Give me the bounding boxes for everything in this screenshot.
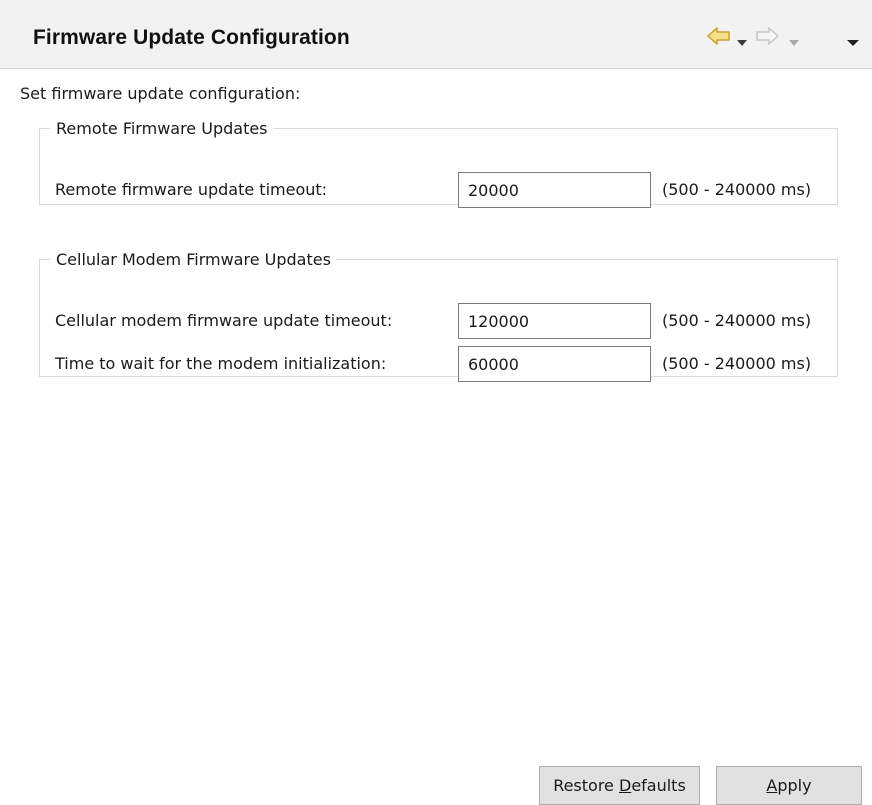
modem-init-wait-range: (500 - 240000 ms) [662, 354, 812, 373]
apply-button[interactable]: Apply [716, 766, 862, 805]
modem-init-wait-input[interactable] [458, 346, 651, 382]
remote-firmware-updates-group: Remote Firmware Updates Remote firmware … [39, 119, 838, 208]
title-bar: Firmware Update Configuration [0, 0, 872, 69]
cellular-modem-firmware-updates-legend: Cellular Modem Firmware Updates [56, 250, 331, 269]
cellular-timeout-label: Cellular modem firmware update timeout: [55, 311, 393, 330]
remote-firmware-updates-legend: Remote Firmware Updates [56, 119, 268, 138]
view-menu-icon[interactable] [847, 32, 859, 52]
remote-timeout-range: (500 - 240000 ms) [662, 180, 812, 199]
page-title: Firmware Update Configuration [33, 26, 350, 49]
cellular-timeout-range: (500 - 240000 ms) [662, 311, 812, 330]
remote-timeout-input[interactable] [458, 172, 651, 208]
page-description: Set firmware update configuration: [20, 84, 301, 103]
back-arrow-icon[interactable] [707, 27, 731, 50]
forward-history-dropdown-icon[interactable] [789, 32, 799, 52]
back-history-dropdown-icon[interactable] [737, 32, 747, 52]
forward-arrow-icon[interactable] [755, 27, 779, 50]
cellular-modem-firmware-updates-group: Cellular Modem Firmware Updates Cellular… [39, 250, 838, 382]
restore-defaults-button[interactable]: Restore Defaults [539, 766, 700, 805]
back-arrow-shape [707, 27, 730, 45]
restore-defaults-label: Restore Defaults [553, 776, 686, 795]
remote-timeout-label: Remote firmware update timeout: [55, 180, 328, 199]
cellular-timeout-input[interactable] [458, 303, 651, 339]
forward-arrow-shape [756, 27, 779, 45]
modem-init-wait-label: Time to wait for the modem initializatio… [55, 354, 387, 373]
apply-label: Apply [766, 776, 812, 795]
